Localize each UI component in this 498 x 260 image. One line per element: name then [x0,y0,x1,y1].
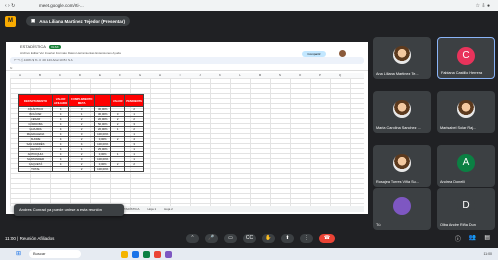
participant-tile[interactable]: Marisabel Solar Raj... [437,91,495,133]
excel-icon [143,250,150,258]
meeting-title: 11:00 | Reunión Afiliados [5,235,55,241]
avatar [457,100,475,119]
participant-tile[interactable]: Tú [373,188,431,230]
participant-tile[interactable]: Maria Carolina Sanchez ... [373,91,431,133]
table-cell[interactable] [51,166,70,172]
participant-tile[interactable]: A Andrea Donelli [437,145,495,187]
xlsx-badge: XLSX [48,44,61,49]
table-cell[interactable] [110,166,126,172]
more-icon[interactable]: ⌃ [186,233,199,243]
presenter-badge: ▣ Ana Liliana Martinez Tejedor (Presenta… [26,16,130,26]
taskbar-apps[interactable] [121,250,172,258]
options-icon[interactable]: ⋮ [300,233,313,243]
table-cell[interactable] [124,166,145,172]
present-icon[interactable]: ⬆ [281,233,294,243]
raise-hand-icon[interactable]: ✋ [262,233,275,243]
folder-icon [121,250,128,258]
browser-bar: ‹ › ↻ meet.google.com/rti-... ☆ ⇩ ● [0,0,498,11]
participant-name: Fabiana Castillo Herrera [441,71,483,75]
participant-name: Maria Carolina Sanchez ... [376,126,421,130]
sheet-tab[interactable]: Hoja 2 [164,206,173,212]
sheet-toolbar[interactable]: ↶ ↷ ⎙ 100% $ % .0 .00 123 Arial 10 B I S… [10,57,364,64]
table-cell[interactable]: TOTAL [18,166,53,172]
avatar [393,100,411,119]
table-header: DEPARTAMENTO [18,94,53,107]
leave-call-button[interactable]: ☎ [319,233,335,243]
search-input[interactable]: Buscar [29,250,81,258]
avatar [393,154,411,173]
data-table: DEPARTAMENTO VALOR AFILIADO CUMPLIMIENTO M… [18,94,145,172]
clock: 11:00 [483,252,493,256]
chat-icon[interactable]: ▤ [484,234,490,243]
participant-name: Ana Liliana Martinez Te... [376,72,419,76]
participant-name: Andrea Donelli [440,180,465,184]
people-icon[interactable]: 👥 [469,234,476,243]
windows-icon[interactable]: ⊞ [16,251,23,258]
participant-tile[interactable]: Rosajea Torres Viña Su... [373,145,431,187]
camera-icon[interactable]: ▭ [224,233,237,243]
avatar [393,46,411,65]
table-row: TOTAL 2 100,00% [18,166,145,172]
avatar[interactable] [339,50,346,57]
participant-name: Rosajea Torres Viña Su... [376,180,419,184]
meet-logo: M [5,15,16,27]
participant-name: Olba Andre Riña Dun [440,223,476,227]
sheet-tab[interactable]: Hoja 1 [147,206,156,212]
sheet-title-bar: ESTADÍSTICA XLSX [6,42,368,51]
captions-icon[interactable]: CC [243,233,256,243]
participant-name: Marisabel Solar Raj... [440,126,477,130]
table-header: CUMPLIMIENTO META [68,94,96,107]
info-icon[interactable]: ⓘ [455,234,461,243]
participant-tile[interactable]: C Fabiana Castillo Herrera [437,37,495,79]
avatar [393,197,411,216]
meet-controls: 11:00 | Reunión Afiliados ⌃ 🎤 ▭ CC ✋ ⬆ ⋮… [0,228,498,248]
table-header: PENDIENTE [124,94,145,107]
avatar: C [457,46,475,65]
table-header: VALOR AFILIADO [51,94,70,107]
meet-header: M ▣ Ana Liliana Martinez Tejedor (Presen… [0,11,498,31]
join-toast: Andres Conrad ya puede unirse a esta reu… [14,204,124,216]
shared-screen: ESTADÍSTICA XLSX Compartir Archivo Edita… [6,42,368,214]
mic-icon[interactable]: 🎤 [205,233,218,243]
formula-bar[interactable]: fx [6,65,368,71]
table-header [94,94,112,107]
participant-tile[interactable]: D Olba Andre Riña Dun [437,188,495,230]
table-header: VALOR [110,94,126,107]
avatar: A [457,154,475,173]
present-icon: ▣ [31,18,36,23]
presenter-name: Ana Liliana Martinez Tejedor (Presentar) [39,18,125,24]
url-bar[interactable]: meet.google.com/rti-... [39,3,476,8]
chrome-icon [154,250,161,258]
share-button[interactable]: Compartir [302,51,326,57]
edge-icon [132,250,139,258]
browser-actions[interactable]: ☆ ⇩ ● [476,3,490,9]
windows-taskbar: ⊞ Buscar 11:00 [0,248,498,260]
table-cell[interactable]: 2 [68,166,96,172]
participant-tile[interactable]: Ana Liliana Martinez Te... [373,37,431,79]
sheet-filename: ESTADÍSTICA [20,44,46,49]
nav-buttons[interactable]: ‹ › ↻ [5,3,39,9]
avatar: D [457,197,475,216]
table-cell[interactable]: 100,00% [94,166,112,172]
teams-icon [165,250,172,258]
participant-name: Tú [376,223,381,227]
